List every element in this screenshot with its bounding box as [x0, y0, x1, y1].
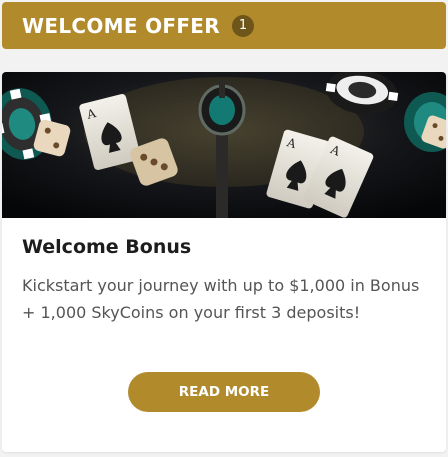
welcome-offer-header: WELCOME OFFER 1 [2, 2, 446, 49]
offer-description: Kickstart your journey with up to $1,000… [22, 276, 420, 322]
section-title: WELCOME OFFER [22, 13, 220, 38]
read-more-button[interactable]: READ MORE [128, 372, 320, 412]
casino-banner-image: A A A [2, 72, 446, 218]
offer-title: Welcome Bonus [22, 236, 192, 258]
offer-card: A A A Welcome Bonus Kickstart your journ… [2, 72, 446, 452]
offer-count-badge: 1 [231, 14, 254, 37]
